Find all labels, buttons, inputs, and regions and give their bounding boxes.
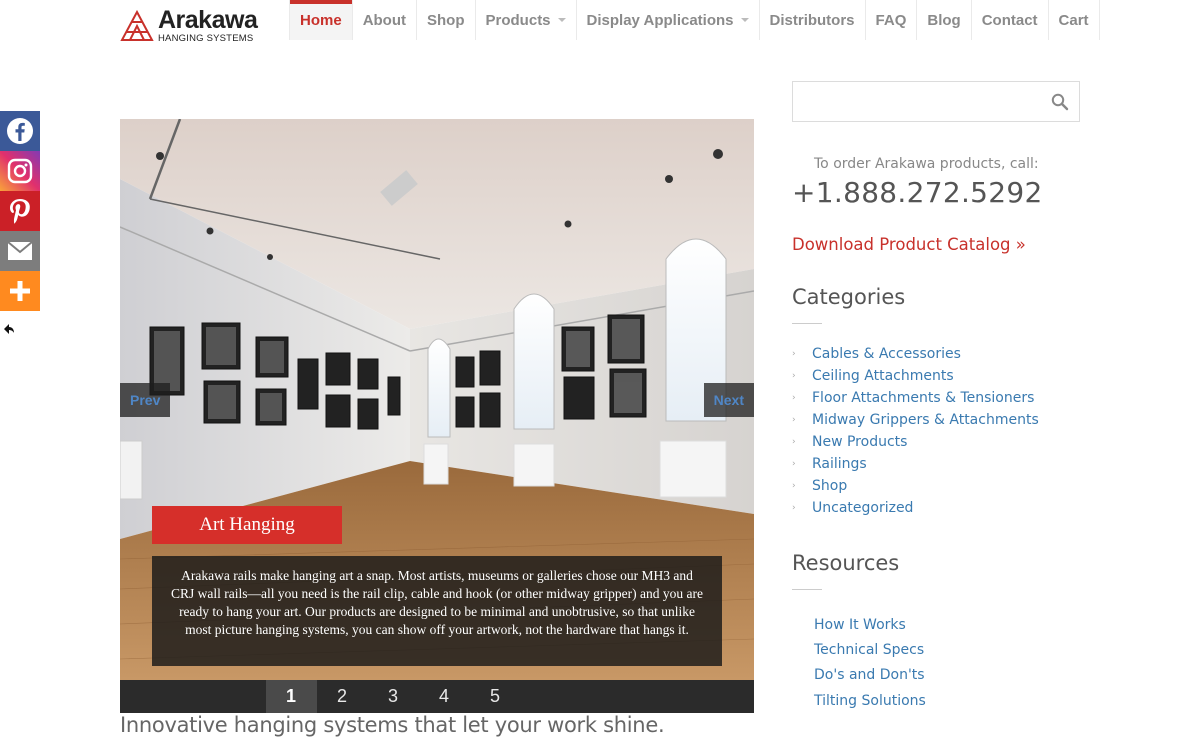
resources-title: Resources [792, 551, 900, 575]
category-item[interactable]: › Cables & Accessories [792, 343, 1039, 365]
resource-link[interactable]: Do's and Don'ts [814, 663, 926, 688]
category-item[interactable]: › New Products [792, 431, 1039, 453]
slider-pagination: 1 2 3 4 5 [120, 680, 754, 713]
categories-divider [792, 323, 822, 324]
slider-page-2[interactable]: 2 [317, 680, 368, 713]
bullet-icon: › [792, 415, 796, 425]
nav-home[interactable]: Home [289, 0, 352, 40]
hide-share-bar-icon[interactable] [3, 323, 15, 335]
category-item[interactable]: › Ceiling Attachments [792, 365, 1039, 387]
resource-link[interactable]: How It Works [814, 612, 926, 637]
slider-prev-button[interactable]: Prev [120, 383, 171, 417]
resources-list: How It Works Technical Specs Do's and Do… [814, 612, 926, 713]
resource-link[interactable]: Technical Specs [814, 637, 926, 662]
resources-divider [792, 589, 822, 590]
category-label: Uncategorized [812, 500, 914, 516]
bullet-icon: › [792, 393, 796, 403]
more-share-button[interactable] [0, 271, 40, 311]
arakawa-logo-icon [120, 10, 154, 41]
nav-faq[interactable]: FAQ [864, 0, 917, 40]
nav-contact-label: Contact [981, 11, 1038, 29]
page-tagline: Innovative hanging systems that let your… [120, 713, 665, 737]
slide-caption-title: Art Hanging [152, 506, 342, 544]
nav-about-label: About [362, 11, 407, 29]
categories-list: › Cables & Accessories › Ceiling Attachmen… [792, 343, 1039, 519]
pinterest-share-button[interactable] [0, 191, 40, 231]
facebook-icon [7, 118, 33, 144]
category-item[interactable]: › Railings [792, 453, 1039, 475]
search-input[interactable] [793, 82, 1033, 121]
nav-about[interactable]: About [351, 0, 416, 40]
bullet-icon: › [792, 349, 796, 359]
main-nav: Home About Shop Products Display Applica… [289, 0, 1100, 40]
phone-number[interactable]: +1.888.272.5292 [792, 176, 1043, 209]
email-share-button[interactable] [0, 231, 40, 271]
category-label: Midway Grippers & Attachments [812, 412, 1039, 428]
slider-page-3[interactable]: 3 [368, 680, 419, 713]
more-icon [10, 281, 30, 301]
download-catalog-link[interactable]: Download Product Catalog » [792, 235, 1026, 254]
resource-link[interactable]: Tilting Solutions [814, 688, 926, 713]
category-item[interactable]: › Floor Attachments & Tensioners [792, 387, 1039, 409]
bullet-icon: › [792, 459, 796, 469]
order-label: To order Arakawa products, call: [814, 156, 1039, 172]
nav-cart[interactable]: Cart [1047, 0, 1100, 40]
category-label: Cables & Accessories [812, 346, 961, 362]
site-logo[interactable]: Arakawa HANGING SYSTEMS [120, 8, 260, 44]
bullet-icon: › [792, 481, 796, 491]
hero-slider: Prev Next Art Hanging Arakawa rails make… [120, 119, 754, 680]
category-label: Shop [812, 478, 848, 494]
nav-contact[interactable]: Contact [970, 0, 1048, 40]
slider-next-button[interactable]: Next [703, 383, 754, 417]
category-label: New Products [812, 434, 908, 450]
nav-cart-label: Cart [1058, 11, 1089, 29]
nav-display-applications-label: Display Applications [586, 11, 734, 29]
pinterest-icon [10, 199, 30, 224]
categories-title: Categories [792, 285, 906, 309]
nav-display-applications[interactable]: Display Applications [575, 0, 759, 40]
facebook-share-button[interactable] [0, 111, 40, 151]
bullet-icon: › [792, 503, 796, 513]
chevron-down-icon [740, 18, 749, 22]
category-item[interactable]: › Uncategorized [792, 497, 1039, 519]
nav-products-label: Products [485, 11, 551, 29]
nav-distributors-label: Distributors [769, 11, 855, 29]
nav-faq-label: FAQ [875, 11, 907, 29]
nav-blog[interactable]: Blog [916, 0, 970, 40]
nav-home-label: Home [300, 11, 342, 29]
category-label: Railings [812, 456, 867, 472]
email-icon [7, 241, 33, 260]
slider-page-4[interactable]: 4 [419, 680, 470, 713]
nav-products[interactable]: Products [474, 0, 576, 40]
nav-shop-label: Shop [427, 11, 465, 29]
search-box [792, 81, 1080, 122]
search-icon[interactable] [1051, 93, 1069, 111]
nav-blog-label: Blog [927, 11, 961, 29]
bullet-icon: › [792, 371, 796, 381]
category-item[interactable]: › Midway Grippers & Attachments [792, 409, 1039, 431]
social-share-bar [0, 111, 40, 311]
category-label: Floor Attachments & Tensioners [812, 390, 1035, 406]
bullet-icon: › [792, 437, 796, 447]
instagram-share-button[interactable] [0, 151, 40, 191]
nav-distributors[interactable]: Distributors [758, 0, 865, 40]
brand-name: Arakawa [158, 6, 258, 35]
slider-page-5[interactable]: 5 [470, 680, 521, 713]
slide-caption-body: Arakawa rails make hanging art a snap. M… [152, 556, 722, 666]
nav-shop[interactable]: Shop [416, 0, 475, 40]
instagram-icon [7, 158, 33, 184]
category-label: Ceiling Attachments [812, 368, 954, 384]
chevron-down-icon [557, 18, 566, 22]
slider-page-1[interactable]: 1 [265, 680, 317, 713]
category-item[interactable]: › Shop [792, 475, 1039, 497]
brand-subtitle: HANGING SYSTEMS [158, 33, 254, 45]
